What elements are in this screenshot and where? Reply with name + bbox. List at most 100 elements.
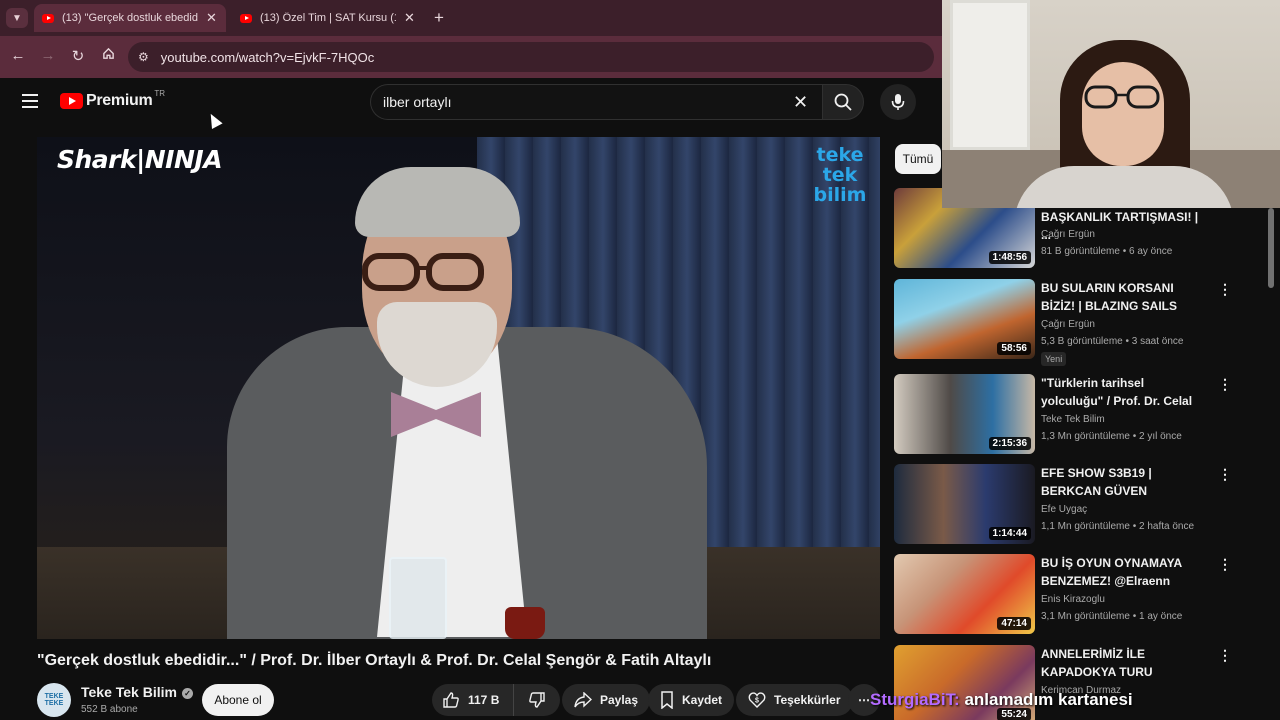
webcam-overlay (942, 0, 1280, 208)
youtube-play-icon (60, 93, 83, 109)
sidebar-scrollbar[interactable] (1268, 208, 1274, 288)
video-player[interactable]: Shark|NINJA teke tek bilim (37, 137, 880, 639)
like-button[interactable]: 117 B (432, 684, 514, 716)
home-icon[interactable] (98, 47, 118, 64)
recommendation-channel[interactable]: Teke Tek Bilim (1041, 414, 1105, 425)
thumbnail[interactable]: 1:14:44 (894, 464, 1035, 544)
channel-avatar[interactable]: TEKE TEKE (37, 683, 71, 717)
like-count: 117 B (468, 693, 500, 707)
search-button[interactable] (822, 84, 864, 120)
share-button[interactable]: Paylaş (562, 684, 651, 716)
filter-chip-all[interactable]: Tümü (895, 144, 941, 174)
clear-icon[interactable]: ✕ (793, 92, 808, 113)
forward-arrow-icon[interactable]: → (38, 47, 58, 64)
recommendation-title[interactable]: ANNELERİMİZ İLE KAPADOKYA TURU (1041, 645, 1209, 681)
microphone-icon (891, 94, 905, 110)
tea-glass (505, 607, 545, 639)
streamer-shirt (1014, 166, 1234, 208)
recommendation-title[interactable]: EFE SHOW S3B19 | BERKCAN GÜVEN (1041, 464, 1209, 500)
thanks-button[interactable]: $ Teşekkürler (736, 684, 853, 716)
close-icon[interactable]: ✕ (206, 10, 217, 26)
thumbnail[interactable]: 58:56 (894, 279, 1035, 359)
save-button[interactable]: Kaydet (648, 684, 735, 716)
search-input[interactable] (383, 94, 763, 110)
browser-toolbar: ← → ↻ ⚙ youtube.com/watch?v=EjvkF-7HQOc (0, 36, 942, 78)
more-vertical-icon[interactable]: ⋮ (1218, 281, 1232, 298)
back-arrow-icon[interactable]: ← (8, 47, 28, 64)
recommendation-meta: 5,3 B görüntüleme • 3 saat önce (1041, 336, 1184, 347)
tab-title: (13) "Gerçek dostluk ebedidir..." (62, 12, 198, 24)
youtube-favicon-icon (240, 13, 252, 23)
thumbnail[interactable]: 47:14 (894, 554, 1035, 634)
shark-ninja-logo: Shark|NINJA (57, 145, 223, 174)
chat-overlay: SturgiaBiT: anlamadım kartanesi (870, 690, 1133, 710)
screen: ▼ (13) "Gerçek dostluk ebedidir..." ✕ (1… (0, 0, 1280, 720)
channel-name[interactable]: Teke Tek Bilim ✓ (81, 684, 193, 700)
browser-tab[interactable]: (13) Özel Tim | SAT Kursu (11. Sınıf) ✕ (232, 4, 424, 32)
recommendation-channel[interactable]: Enis Kirazoglu (1041, 594, 1105, 605)
chevron-down-icon: ▼ (12, 12, 22, 24)
search-icon (834, 93, 852, 111)
bookmark-icon (661, 691, 673, 709)
tab-search-button[interactable]: ▼ (6, 8, 28, 28)
water-glass (389, 557, 447, 639)
video-title: "Gerçek dostluk ebedidir..." / Prof. Dr.… (37, 652, 712, 669)
duration-badge: 1:48:56 (988, 251, 1031, 264)
streamer-glasses (1084, 85, 1160, 109)
duration-badge: 1:14:44 (988, 527, 1031, 540)
chat-message: anlamadım kartanesi (964, 690, 1133, 709)
recommendation-title[interactable]: BU SULARIN KORSANI BİZİZ! | BLAZING SAIL… (1041, 279, 1209, 315)
address-bar[interactable]: ⚙ youtube.com/watch?v=EjvkF-7HQOc (128, 42, 934, 72)
save-label: Kaydet (682, 693, 723, 707)
country-code: TR (154, 88, 166, 98)
recommendation-channel[interactable]: Çağrı Ergün (1041, 319, 1095, 330)
menu-icon[interactable] (22, 94, 38, 108)
verified-icon: ✓ (181, 687, 193, 699)
browser-tab-bar: ▼ (13) "Gerçek dostluk ebedidir..." ✕ (1… (0, 0, 942, 36)
like-dislike-group: 117 B (432, 684, 560, 716)
thanks-label: Teşekkürler (774, 693, 841, 707)
duration-badge: 58:56 (997, 342, 1031, 355)
thumbs-down-icon (529, 692, 545, 708)
youtube-logo[interactable]: Premium TR (60, 88, 166, 110)
more-vertical-icon[interactable]: ⋮ (1218, 556, 1232, 573)
recommendation-title[interactable]: "Türklerin tarihsel yolculuğu" / Prof. D… (1041, 374, 1209, 410)
search-container: ✕ (370, 84, 822, 120)
recommendation-meta: 81 B görüntüleme • 6 ay önce (1041, 246, 1173, 257)
recommendation-meta: 1,3 Mn görüntüleme • 2 yıl önce (1041, 431, 1182, 442)
more-horizontal-icon: ⋯ (858, 693, 870, 707)
streamer-face (1082, 62, 1164, 166)
recommendation-meta: 3,1 Mn görüntüleme • 1 ay önce (1041, 611, 1183, 622)
url-text[interactable]: youtube.com/watch?v=EjvkF-7HQOc (161, 50, 375, 65)
plus-icon[interactable]: + (434, 8, 444, 28)
subscribe-button[interactable]: Abone ol (202, 684, 274, 716)
more-vertical-icon[interactable]: ⋮ (1218, 466, 1232, 483)
dislike-button[interactable] (514, 691, 560, 709)
site-settings-icon[interactable]: ⚙ (138, 50, 149, 64)
recommendation-title[interactable]: BU İŞ OYUN OYNAMAYA BENZEMEZ! @Elraenn Y… (1041, 554, 1209, 590)
share-label: Paylaş (600, 693, 639, 707)
youtube-header: Premium TR ✕ (0, 78, 942, 126)
reload-icon[interactable]: ↻ (68, 47, 88, 65)
close-icon[interactable]: ✕ (404, 10, 415, 26)
super-thanks-icon: $ (748, 692, 766, 708)
duration-badge: 2:15:36 (988, 437, 1031, 450)
voice-search-button[interactable] (880, 84, 916, 120)
thumbnail[interactable]: 2:15:36 (894, 374, 1035, 454)
recommendation-channel[interactable]: Efe Uygaç (1041, 504, 1087, 515)
browser-tab-active[interactable]: (13) "Gerçek dostluk ebedidir..." ✕ (34, 4, 226, 32)
youtube-favicon-icon (42, 13, 54, 23)
speaker-glasses (362, 253, 484, 291)
recommendation-channel[interactable]: Çağrı Ergün (1041, 229, 1095, 240)
subscriber-count: 552 B abone (81, 704, 138, 715)
svg-text:$: $ (755, 698, 759, 705)
thumbs-up-icon (443, 692, 459, 708)
more-vertical-icon[interactable]: ⋮ (1218, 647, 1232, 664)
more-vertical-icon[interactable]: ⋮ (1218, 376, 1232, 393)
channel-name-text[interactable]: Teke Tek Bilim (81, 684, 177, 700)
share-icon (574, 692, 592, 708)
new-badge: Yeni (1041, 352, 1067, 366)
logo-word: Premium (86, 92, 153, 109)
recommendation-meta: 1,1 Mn görüntüleme • 2 hafta önce (1041, 521, 1195, 532)
teke-tek-bilim-logo: teke tek bilim (813, 144, 867, 206)
